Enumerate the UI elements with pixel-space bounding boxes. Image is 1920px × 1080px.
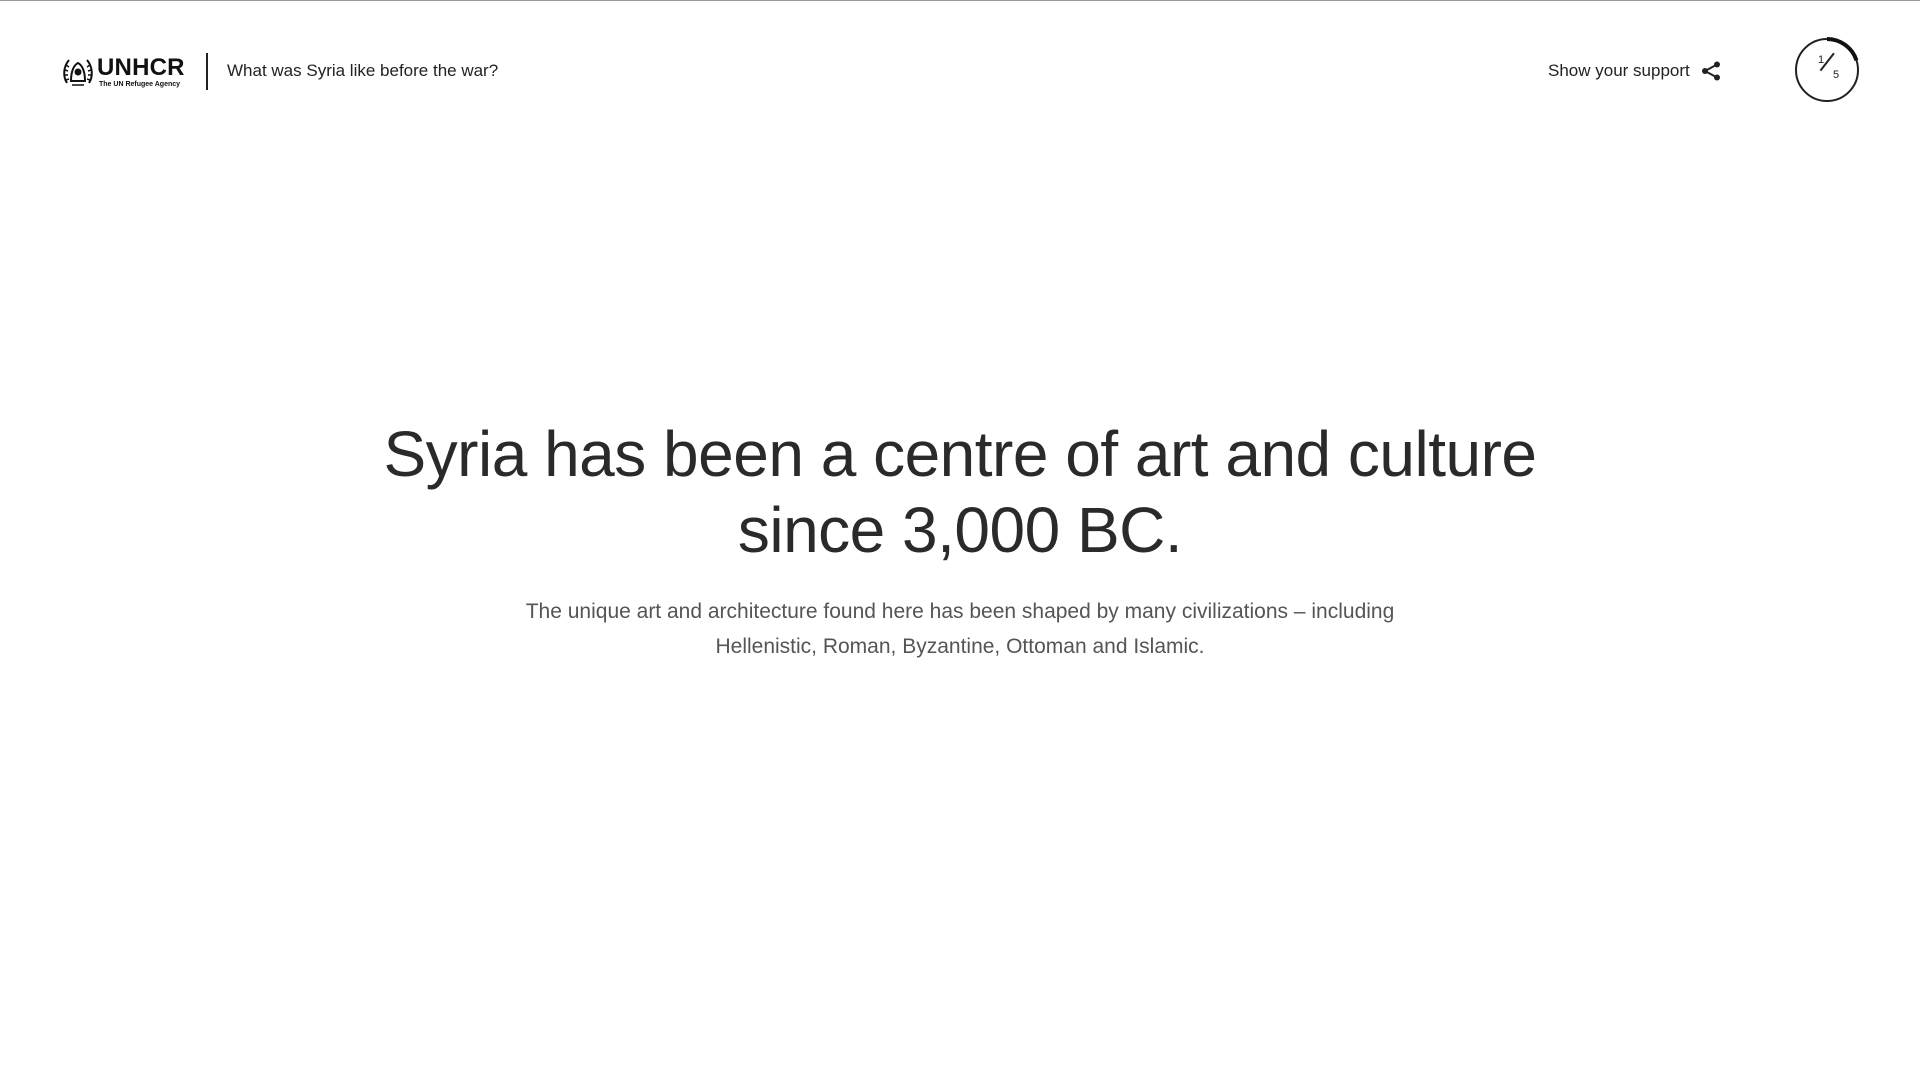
unhcr-logo[interactable]: UNHCR The UN Refugee Agency xyxy=(61,55,187,89)
logo-text: UNHCR The UN Refugee Agency xyxy=(97,54,185,89)
chapter-progress[interactable]: 1 5 xyxy=(1793,36,1861,104)
progress-total: 5 xyxy=(1833,69,1840,81)
page: UNHCR The UN Refugee Agency What was Syr… xyxy=(0,0,1920,1080)
share-icon xyxy=(1701,61,1720,81)
site-header: UNHCR The UN Refugee Agency What was Syr… xyxy=(0,1,1920,141)
subtext: The unique art and architecture found he… xyxy=(525,600,1395,658)
show-support-label: Show your support xyxy=(1548,61,1690,80)
show-support-button[interactable]: Show your support xyxy=(1548,57,1722,85)
main-content: Syria has been a centre of art and cultu… xyxy=(0,416,1920,664)
story-title[interactable]: What was Syria like before the war? xyxy=(227,61,498,81)
progress-ring xyxy=(1795,37,1859,102)
header-divider xyxy=(206,53,208,90)
headline: Syria has been a centre of art and cultu… xyxy=(383,418,1537,566)
unhcr-emblem-icon xyxy=(63,59,93,86)
logo-tagline: The UN Refugee Agency xyxy=(99,81,181,88)
logo-wordmark: UNHCR xyxy=(97,54,185,81)
